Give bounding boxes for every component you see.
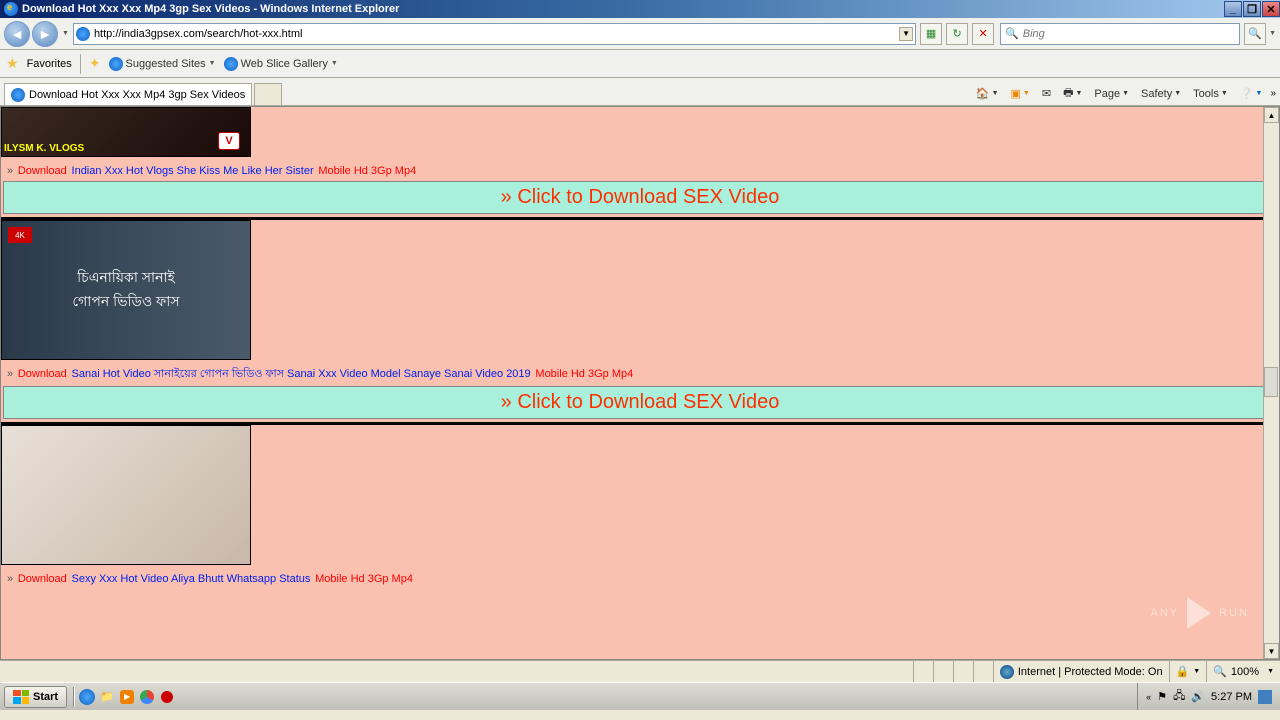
page-menu[interactable]: Page▼: [1090, 86, 1133, 102]
scroll-up-button[interactable]: ▲: [1264, 107, 1279, 123]
search-provider-dropdown[interactable]: ▼: [1269, 30, 1276, 37]
ie-status-bar: Internet | Protected Mode: On 🔒▼ 🔍100%▼: [0, 660, 1280, 682]
window-titlebar: Download Hot Xxx Xxx Mp4 3gp Sex Videos …: [0, 0, 1280, 18]
system-tray: « ⚑ 🖧 🔊 5:27 PM: [1137, 683, 1280, 710]
quicklaunch-explorer[interactable]: 📁: [97, 687, 117, 707]
download-button[interactable]: » Click to Download SEX Video: [3, 181, 1277, 214]
tab-title: Download Hot Xxx Xxx Mp4 3gp Sex Videos: [29, 89, 245, 101]
recent-dropdown[interactable]: ▼: [62, 30, 69, 37]
windows-logo-icon: [13, 690, 29, 704]
tray-network-icon[interactable]: 🖧: [1173, 687, 1185, 706]
compat-view-button[interactable]: ▦: [920, 23, 942, 45]
ie-icon: [109, 57, 123, 71]
more-chevron-icon[interactable]: »: [1270, 88, 1276, 99]
read-mail-button[interactable]: ✉: [1038, 85, 1055, 102]
ie-icon: [11, 88, 25, 102]
back-button[interactable]: ◄: [4, 21, 30, 47]
globe-icon: [1000, 665, 1014, 679]
video-item: » Download Sexy Xxx Hot Video Aliya Bhut…: [1, 425, 1279, 589]
command-bar: 🏠▼ ▣▼ ✉ 🖶▼ Page▼ Safety▼ Tools▼ ❔▼ »: [972, 82, 1276, 105]
search-go-button[interactable]: 🔍: [1244, 23, 1266, 45]
url-input[interactable]: [94, 28, 899, 40]
web-slice-link[interactable]: Web Slice Gallery ▼: [224, 57, 338, 71]
nav-toolbar: ◄ ► ▼ ▼ ▦ ↻ ✕ 🔍 🔍 ▼: [0, 18, 1280, 50]
feeds-button[interactable]: ▣▼: [1007, 85, 1034, 102]
zoom-control[interactable]: 🔍100%▼: [1206, 661, 1280, 682]
browser-viewport: ILYSM K. VLOGS V » Download Indian Xxx H…: [0, 106, 1280, 660]
tray-expand-icon[interactable]: «: [1146, 692, 1151, 702]
watermark: ANY RUN: [1151, 597, 1249, 629]
address-bar[interactable]: ▼: [73, 23, 916, 45]
quicklaunch-chrome[interactable]: [137, 687, 157, 707]
video-thumbnail[interactable]: [1, 425, 251, 565]
browser-tab[interactable]: Download Hot Xxx Xxx Mp4 3gp Sex Videos: [4, 83, 252, 105]
safety-menu[interactable]: Safety▼: [1137, 86, 1185, 102]
video-title-link[interactable]: Sexy Xxx Hot Video Aliya Bhutt Whatsapp …: [72, 573, 311, 585]
maximize-button[interactable]: ❐: [1243, 1, 1261, 17]
play-triangle-icon: [1187, 597, 1211, 629]
favorites-bar: ★ Favorites ✦ Suggested Sites ▼ Web Slic…: [0, 50, 1280, 78]
suggested-sites-link[interactable]: Suggested Sites ▼: [109, 57, 216, 71]
quicklaunch-media[interactable]: ▶: [117, 687, 137, 707]
video-title-line: » Download Sexy Xxx Hot Video Aliya Bhut…: [1, 565, 1279, 589]
video-title-line: » Download Sanai Hot Video সানাইয়ের গোপ…: [1, 360, 1279, 386]
new-tab-button[interactable]: [254, 83, 282, 105]
video-item: ILYSM K. VLOGS V » Download Indian Xxx H…: [1, 107, 1279, 220]
thumbnail-overlay-text: চিএনায়িকা সানাই গোপন ভিডিও ফাস: [72, 266, 179, 314]
show-desktop-button[interactable]: [1258, 690, 1272, 704]
search-input[interactable]: [1023, 28, 1235, 40]
video-item: 4K চিএনায়িকা সানাই গোপন ভিডিও ফাস » Dow…: [1, 220, 1279, 425]
favorites-star-icon[interactable]: ★: [6, 55, 19, 72]
window-title: Download Hot Xxx Xxx Mp4 3gp Sex Videos …: [22, 3, 399, 15]
stop-button[interactable]: ✕: [972, 23, 994, 45]
close-button[interactable]: ✕: [1262, 1, 1280, 17]
url-dropdown[interactable]: ▼: [899, 27, 913, 41]
quality-badge: 4K: [8, 227, 32, 243]
add-favorite-icon[interactable]: ✦: [89, 55, 101, 72]
tray-volume-icon[interactable]: 🔊: [1191, 690, 1205, 703]
privacy-button[interactable]: 🔒▼: [1169, 661, 1207, 682]
download-button[interactable]: » Click to Download SEX Video: [3, 386, 1277, 419]
quicklaunch-ie[interactable]: [77, 687, 97, 707]
scroll-down-button[interactable]: ▼: [1264, 643, 1279, 659]
ie-icon: [4, 2, 18, 16]
home-button[interactable]: 🏠▼: [972, 85, 1003, 102]
security-zone: Internet | Protected Mode: On: [993, 661, 1169, 682]
print-button[interactable]: 🖶▼: [1059, 82, 1086, 105]
video-title-link[interactable]: Indian Xxx Hot Vlogs She Kiss Me Like He…: [72, 165, 314, 177]
minimize-button[interactable]: _: [1224, 1, 1242, 17]
favorites-label[interactable]: Favorites: [27, 58, 72, 70]
tab-bar: Download Hot Xxx Xxx Mp4 3gp Sex Videos …: [0, 78, 1280, 106]
vertical-scrollbar[interactable]: ▲ ▼: [1263, 107, 1279, 659]
help-button[interactable]: ❔▼: [1236, 85, 1267, 102]
refresh-button[interactable]: ↻: [946, 23, 968, 45]
clock[interactable]: 5:27 PM: [1211, 691, 1252, 703]
page-icon: [76, 27, 90, 41]
search-icon: 🔍: [1005, 27, 1019, 40]
thumbnail-channel-label: ILYSM K. VLOGS: [4, 143, 84, 154]
tools-menu[interactable]: Tools▼: [1189, 86, 1232, 102]
video-title-line: » Download Indian Xxx Hot Vlogs She Kiss…: [1, 157, 1279, 181]
tray-flag-icon[interactable]: ⚑: [1157, 690, 1167, 703]
quicklaunch-app[interactable]: [157, 687, 177, 707]
ie-icon: [224, 57, 238, 71]
windows-taskbar: Start 📁 ▶ « ⚑ 🖧 🔊 5:27 PM: [0, 682, 1280, 710]
forward-button[interactable]: ►: [32, 21, 58, 47]
video-thumbnail[interactable]: ILYSM K. VLOGS V: [1, 107, 251, 157]
search-box[interactable]: 🔍: [1000, 23, 1240, 45]
video-title-link[interactable]: Sanai Hot Video সানাইয়ের গোপন ভিডিও ফাস…: [72, 368, 531, 380]
video-thumbnail[interactable]: 4K চিএনায়িকা সানাই গোপন ভিডিও ফাস: [1, 220, 251, 360]
play-icon: V: [218, 132, 240, 150]
scroll-thumb[interactable]: [1264, 367, 1278, 397]
start-button[interactable]: Start: [4, 686, 67, 708]
